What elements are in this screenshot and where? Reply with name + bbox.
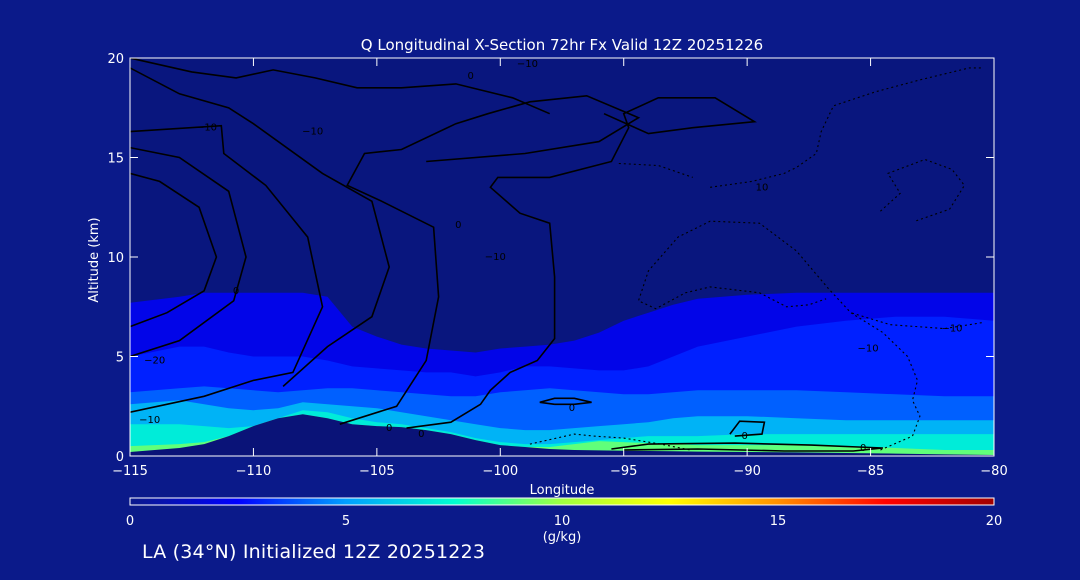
y-tick-label: 10	[107, 251, 124, 266]
y-axis-label: Altitude (km)	[87, 217, 102, 302]
x-axis-label: Longitude	[530, 483, 595, 498]
colorbar: 0 5 10 15 20	[126, 497, 1003, 529]
contour-label: −20	[144, 356, 165, 367]
colorbar-label: (g/kg)	[543, 530, 582, 545]
x-tick-label: −100	[482, 464, 518, 479]
x-tick-label: −95	[610, 464, 637, 479]
colorbar-tick-label: 5	[342, 514, 350, 529]
plot-area: 0−10−10 −100−10−10100−20−1000000−10−115 −1…	[107, 52, 1007, 479]
x-tick-label: −105	[359, 464, 395, 479]
colorbar-tick-label: 10	[554, 514, 571, 529]
contour-label: 0	[468, 71, 474, 82]
y-tick-label: 20	[107, 52, 124, 67]
colorbar-tick-label: 15	[770, 514, 787, 529]
y-tick-label: 5	[116, 351, 124, 366]
x-tick-label: −115	[112, 464, 148, 479]
colorbar-tick-label: 0	[126, 514, 134, 529]
contour-label: −10	[196, 123, 217, 134]
x-tick-label: −80	[980, 464, 1007, 479]
chart-figure: Q Longitudinal X-Section 72hr Fx Valid 1…	[0, 0, 1080, 576]
chart-title: Q Longitudinal X-Section 72hr Fx Valid 1…	[361, 36, 763, 54]
x-tick-label: −110	[236, 464, 272, 479]
contour-label: 0	[569, 403, 575, 414]
colorbar-tick-label: 20	[986, 514, 1003, 529]
contour-label: −10	[517, 59, 538, 70]
chart-canvas: Q Longitudinal X-Section 72hr Fx Valid 1…	[87, 36, 1008, 545]
contour-label: −10	[139, 415, 160, 426]
colorbar-bar	[129, 497, 995, 506]
y-tick-label: 15	[107, 152, 124, 167]
contour-label: −10	[858, 344, 879, 355]
contour-label: 0	[742, 431, 748, 442]
contour-label: 0	[233, 286, 239, 297]
contour-label: −10	[302, 127, 323, 138]
x-tick-label: −90	[733, 464, 760, 479]
contour-label: −10	[485, 252, 506, 263]
contour-label: 0	[860, 443, 866, 454]
init-footer: LA (34°N) Initialized 12Z 20251223	[142, 541, 486, 563]
contour-label: 10	[756, 182, 769, 193]
y-tick-label: 0	[116, 450, 124, 465]
contour-label: 0	[418, 429, 424, 440]
contour-label: −10	[941, 324, 962, 335]
x-tick-label: −85	[857, 464, 884, 479]
contour-label: 0	[455, 220, 461, 231]
contour-label: 0	[386, 423, 392, 434]
